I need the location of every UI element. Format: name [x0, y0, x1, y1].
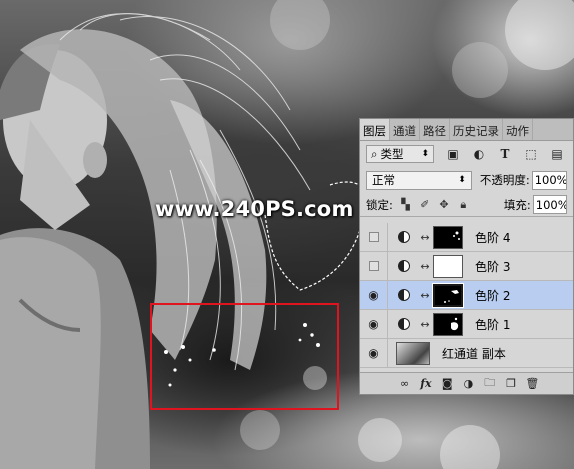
type-filter-icon[interactable]: T [498, 147, 512, 161]
levels-adjustment-icon [398, 231, 410, 243]
blend-mode-value: 正常 [372, 173, 395, 187]
blend-mode-select[interactable]: 正常 ⬍ [366, 170, 472, 190]
filter-kind-label: 类型 [380, 147, 404, 161]
trash-icon[interactable]: 🗑︎ [525, 377, 539, 390]
watermark-text: www.240PS.com [155, 197, 354, 221]
add-mask-icon[interactable]: ◙ [440, 377, 454, 390]
lock-brush-icon[interactable]: ✐ [418, 198, 431, 212]
layer-row[interactable]: ↔ 色阶 3 [360, 251, 573, 281]
shape-filter-icon[interactable]: ⬚ [524, 147, 538, 161]
tab-actions[interactable]: 动作 [503, 119, 533, 140]
mask-dots [453, 231, 460, 240]
layers-panel: 图层 通道 路径 历史记录 动作 ⌕ 类型 ⬍ ▣ ◐ T ⬚ ▤ 正常 ⬍ 不… [359, 118, 574, 395]
layer-name: 色阶 3 [475, 259, 511, 274]
layer-mask-thumbnail[interactable] [432, 282, 464, 308]
fill-label: 填充: [503, 197, 531, 212]
opacity-field[interactable]: 100% [531, 170, 567, 190]
layer-name: 色阶 4 [475, 230, 511, 245]
lock-move-icon[interactable]: ✥ [437, 198, 450, 212]
tab-channels[interactable]: 通道 [390, 119, 420, 140]
panel-bottom-bar: ∞ fx ◙ ◑ 🗀︎ ❐ 🗑︎ [360, 372, 573, 394]
visibility-toggle[interactable] [360, 222, 388, 252]
levels-adjustment-icon [398, 260, 410, 272]
filter-kind-select[interactable]: ⌕ 类型 ⬍ [366, 145, 434, 163]
opacity-label: 不透明度: [479, 173, 530, 187]
layer-name: 红通道 副本 [442, 346, 506, 361]
adjustment-filter-icon[interactable]: ◐ [472, 147, 486, 161]
updown-arrow-icon: ⬍ [458, 175, 466, 185]
levels-adjustment-icon [398, 289, 410, 301]
mask-blob [451, 317, 459, 330]
fill-field[interactable]: 100% [532, 195, 568, 214]
smart-object-filter-icon[interactable]: ▤ [550, 147, 564, 161]
eye-icon: ◉ [368, 346, 379, 360]
fx-icon[interactable]: fx [419, 377, 433, 390]
layer-row[interactable]: ◉ 红通道 副本 [360, 338, 573, 368]
updown-arrow-icon: ⬍ [421, 149, 429, 159]
layer-name: 色阶 1 [475, 317, 511, 332]
blend-row: 正常 ⬍ 不透明度: 100% [360, 167, 573, 193]
layer-name: 色阶 2 [475, 288, 511, 303]
highlight-box [150, 303, 339, 410]
tab-history[interactable]: 历史记录 [450, 119, 503, 140]
panel-tabs: 图层 通道 路径 历史记录 动作 [360, 119, 573, 141]
new-layer-icon[interactable]: ❐ [504, 377, 518, 390]
layer-mask-thumbnail[interactable] [433, 254, 463, 278]
layer-row[interactable]: ◉ ↔ 色阶 1 [360, 309, 573, 339]
filter-row: ⌕ 类型 ⬍ ▣ ◐ T ⬚ ▤ [360, 141, 573, 167]
eye-icon: ◉ [368, 288, 379, 302]
chain-link-icon[interactable]: ↔ [420, 260, 430, 273]
tab-paths[interactable]: 路径 [420, 119, 450, 140]
chain-link-icon[interactable]: ↔ [420, 289, 430, 302]
visibility-toggle[interactable]: ◉ [360, 280, 388, 310]
layer-thumbnail[interactable] [396, 341, 430, 365]
folder-icon[interactable]: 🗀︎ [483, 374, 497, 393]
chain-link-icon[interactable]: ↔ [420, 318, 430, 331]
lock-all-icon[interactable]: 🔒︎ [457, 198, 470, 212]
mask-strands [444, 289, 459, 303]
visibility-toggle[interactable] [360, 251, 388, 281]
layer-row[interactable]: ↔ 色阶 4 [360, 222, 573, 252]
levels-adjustment-icon [398, 318, 410, 330]
layer-mask-thumbnail[interactable] [433, 312, 463, 336]
hidden-box-icon [368, 261, 379, 271]
image-filter-icon[interactable]: ▣ [446, 147, 460, 161]
layer-row[interactable]: ◉ ↔ 色阶 2 [360, 280, 573, 310]
link-icon[interactable]: ∞ [398, 377, 412, 390]
layer-list: ↔ 色阶 4 ↔ 色阶 3 ◉ ↔ 色阶 2 ◉ ↔ 色阶 1 ◉ 红通道 副本 [360, 222, 573, 368]
search-icon: ⌕ [371, 146, 378, 161]
visibility-toggle[interactable]: ◉ [360, 309, 388, 339]
lock-transparent-icon[interactable]: ▚ [399, 198, 412, 212]
tab-layers[interactable]: 图层 [360, 119, 390, 140]
lock-label: 锁定: [366, 197, 393, 212]
hidden-box-icon [368, 232, 379, 242]
adjustment-icon[interactable]: ◑ [461, 377, 475, 390]
lock-row: 锁定: ▚ ✐ ✥ 🔒︎ 填充: 100% [360, 193, 573, 217]
eye-icon: ◉ [368, 317, 379, 331]
chain-link-icon[interactable]: ↔ [420, 231, 430, 244]
layer-mask-thumbnail[interactable] [433, 225, 463, 249]
visibility-toggle[interactable]: ◉ [360, 338, 388, 368]
